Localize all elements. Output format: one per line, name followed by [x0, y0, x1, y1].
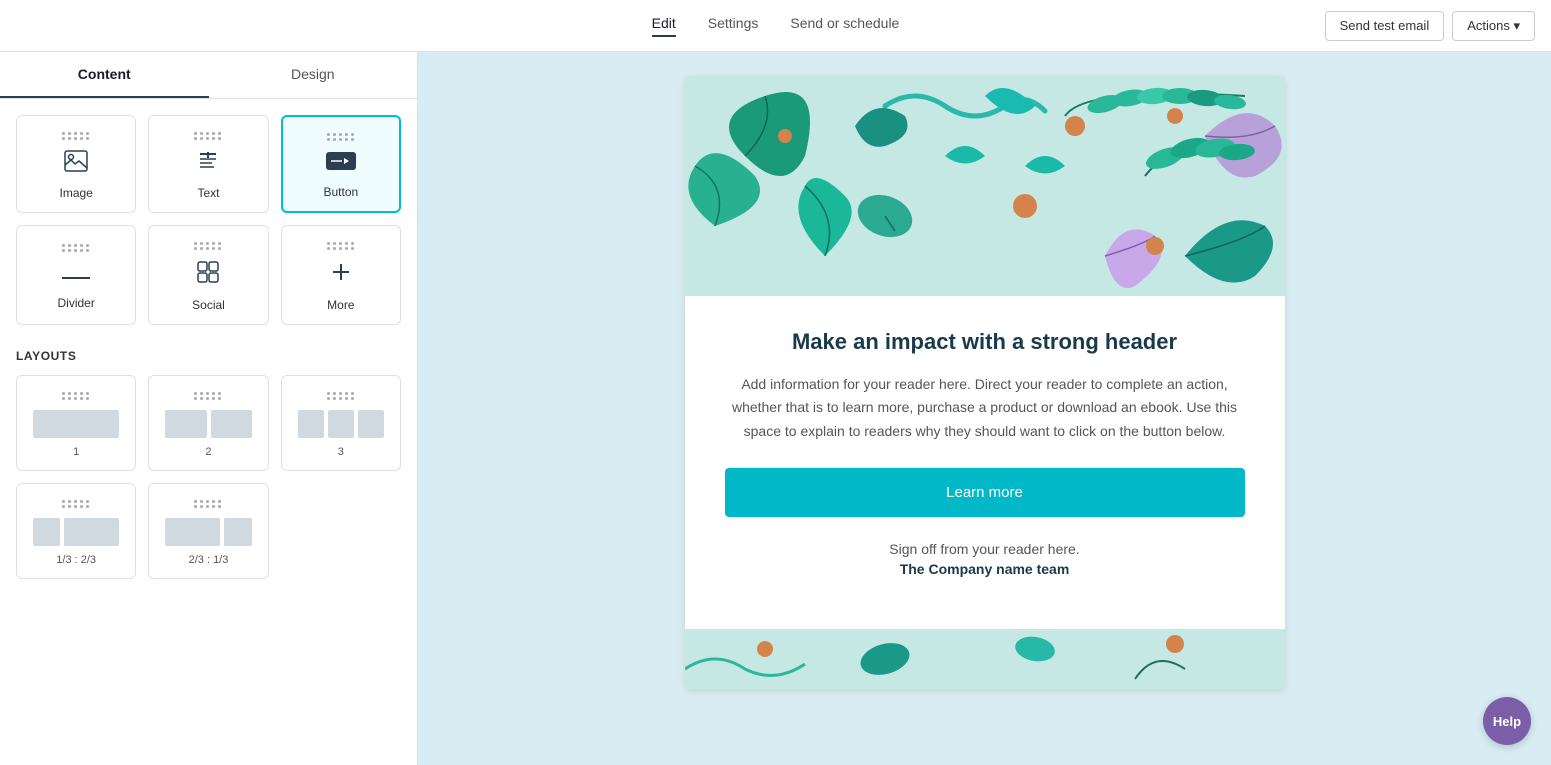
nav-tabs: Edit Settings Send or schedule: [652, 15, 900, 37]
email-body-text: Add information for your reader here. Di…: [725, 373, 1245, 444]
drag-handle: [327, 392, 355, 400]
divider-icon: [60, 262, 92, 288]
content-blocks-grid: Image Text: [0, 99, 417, 341]
social-icon: [196, 260, 220, 290]
drag-handle: [62, 132, 90, 140]
block-image-label: Image: [59, 186, 92, 200]
button-icon: [325, 151, 357, 177]
email-signoff: Sign off from your reader here.: [725, 541, 1245, 557]
image-icon: [64, 150, 88, 178]
layout-1-3-2-3[interactable]: 1/3 : 2/3: [16, 483, 136, 579]
layout-2col[interactable]: 2: [148, 375, 268, 471]
layout-2col-label: 2: [205, 446, 211, 458]
email-cta-button[interactable]: Learn more: [725, 468, 1245, 517]
block-button-label: Button: [323, 185, 358, 199]
layout-2-3-1-3-label: 2/3 : 1/3: [189, 554, 229, 566]
help-button[interactable]: Help: [1483, 697, 1531, 745]
drag-handle: [194, 132, 222, 140]
tab-design[interactable]: Design: [209, 52, 418, 98]
layout-1-3-2-3-label: 1/3 : 2/3: [56, 554, 96, 566]
send-test-email-button[interactable]: Send test email: [1325, 11, 1445, 41]
layouts-title: LAYOUTS: [0, 341, 417, 367]
drag-handle: [327, 133, 355, 141]
layout-3col-label: 3: [338, 446, 344, 458]
layout-2-3-1-3-preview: [157, 518, 259, 546]
layout-2col-preview: [157, 410, 259, 438]
text-icon: [196, 150, 220, 178]
top-nav-actions: Send test email Actions ▾: [1325, 11, 1535, 41]
block-image[interactable]: Image: [16, 115, 136, 213]
email-preview-area: Make an impact with a strong header Add …: [418, 52, 1551, 765]
email-body: Make an impact with a strong header Add …: [685, 296, 1285, 629]
email-header-image: [685, 76, 1285, 296]
layout-3col-preview: [290, 410, 392, 438]
tab-send[interactable]: Send or schedule: [790, 15, 899, 37]
top-navigation: Edit Settings Send or schedule Send test…: [0, 0, 1551, 52]
block-social-label: Social: [192, 298, 225, 312]
drag-handle: [194, 392, 222, 400]
block-button[interactable]: Button: [281, 115, 401, 213]
drag-handle: [194, 500, 222, 508]
tab-settings[interactable]: Settings: [708, 15, 759, 37]
block-social[interactable]: Social: [148, 225, 268, 325]
layout-3col[interactable]: 3: [281, 375, 401, 471]
tab-content[interactable]: Content: [0, 52, 209, 98]
drag-handle: [194, 242, 222, 250]
layout-1col[interactable]: 1: [16, 375, 136, 471]
more-icon: [329, 260, 353, 290]
layout-1-3-2-3-preview: [25, 518, 127, 546]
email-headline: Make an impact with a strong header: [725, 328, 1245, 357]
email-company: The Company name team: [725, 561, 1245, 577]
actions-button[interactable]: Actions ▾: [1452, 11, 1535, 41]
block-text-label: Text: [197, 186, 219, 200]
layout-1col-preview: [25, 410, 127, 438]
left-panel: Content Design Image: [0, 52, 418, 765]
block-more-label: More: [327, 298, 354, 312]
tab-edit[interactable]: Edit: [652, 15, 676, 37]
drag-handle: [327, 242, 355, 250]
block-text[interactable]: Text: [148, 115, 268, 213]
block-divider[interactable]: Divider: [16, 225, 136, 325]
layout-2-3-1-3[interactable]: 2/3 : 1/3: [148, 483, 268, 579]
drag-handle: [62, 244, 90, 252]
layouts-grid: 1 2: [0, 367, 417, 595]
block-divider-label: Divider: [57, 296, 94, 310]
main-layout: Content Design Image: [0, 52, 1551, 765]
drag-handle: [62, 392, 90, 400]
panel-tabs: Content Design: [0, 52, 417, 99]
layout-1col-label: 1: [73, 446, 79, 458]
block-more[interactable]: More: [281, 225, 401, 325]
email-card: Make an impact with a strong header Add …: [685, 76, 1285, 689]
drag-handle: [62, 500, 90, 508]
email-footer-image: [685, 629, 1285, 689]
